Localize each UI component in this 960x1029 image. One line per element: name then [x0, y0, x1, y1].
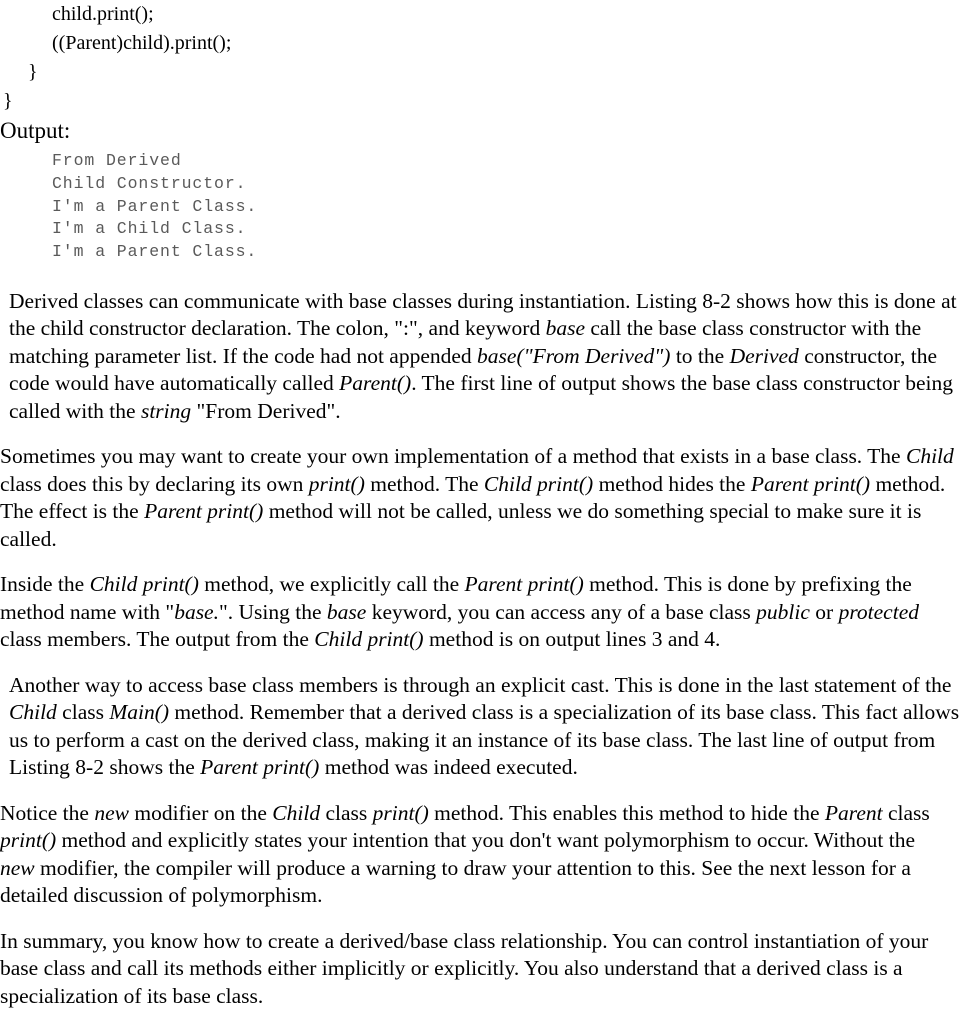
code-line: }	[28, 61, 38, 83]
console-line: I'm a Parent Class.	[52, 196, 258, 216]
italic-term: Child	[272, 800, 321, 825]
paragraph-summary: In summary, you know how to create a der…	[0, 928, 929, 1008]
italic-term: Child	[9, 700, 57, 725]
italic-term: Child print()	[314, 627, 424, 652]
italic-term: Child print()	[483, 471, 594, 496]
italic-term: base	[545, 316, 585, 341]
console-line: I'm a Parent Class.	[52, 242, 258, 262]
italic-term: new	[94, 800, 129, 825]
code-line: }	[3, 90, 13, 112]
paragraph-explicit-cast: Another way to access base class members…	[9, 672, 960, 780]
italic-term: base("From Derived")	[477, 343, 671, 368]
code-line: child.print();	[52, 3, 154, 25]
italic-term: Parent print()	[464, 572, 584, 597]
console-output-block: From Derived Child Constructor. I'm a Pa…	[0, 150, 960, 264]
italic-term: Main()	[109, 700, 170, 725]
italic-term: protected	[838, 599, 919, 624]
italic-term: print()	[308, 471, 365, 496]
italic-term: Child print()	[89, 572, 199, 597]
output-label: Output:	[0, 118, 71, 143]
console-line: From Derived	[52, 151, 182, 170]
italic-term: string	[140, 398, 192, 423]
italic-term: print()	[0, 828, 57, 853]
paragraph-inside-child-print: Inside the Child print() method, we expl…	[0, 572, 919, 652]
paragraph-own-implementation: Sometimes you may want to create your ow…	[0, 444, 954, 551]
paragraph-new-modifier: Notice the new modifier on the Child cla…	[0, 800, 930, 908]
italic-term: base.	[174, 599, 219, 624]
italic-term: Child	[905, 444, 954, 469]
italic-term: Parent print()	[144, 499, 264, 524]
italic-term: Parent print()	[750, 471, 871, 496]
console-line: I'm a Child Class.	[52, 219, 247, 239]
italic-term: Parent()	[339, 371, 412, 396]
italic-term: Derived	[729, 343, 799, 368]
code-listing-tail: child.print(); ((Parent)child).print(); …	[0, 0, 960, 116]
italic-term: base	[326, 599, 367, 624]
italic-term: new	[0, 855, 35, 880]
italic-term: public	[756, 599, 810, 624]
paragraph-derived-classes-communicate: Derived classes can communicate with bas…	[9, 288, 957, 423]
document-page: child.print(); ((Parent)child).print(); …	[0, 0, 960, 1029]
italic-term: Parent	[824, 800, 883, 825]
code-line: ((Parent)child).print();	[52, 32, 232, 54]
italic-term: Parent print()	[200, 755, 320, 780]
italic-term: print()	[372, 800, 429, 825]
console-line: Child Constructor.	[52, 173, 247, 193]
